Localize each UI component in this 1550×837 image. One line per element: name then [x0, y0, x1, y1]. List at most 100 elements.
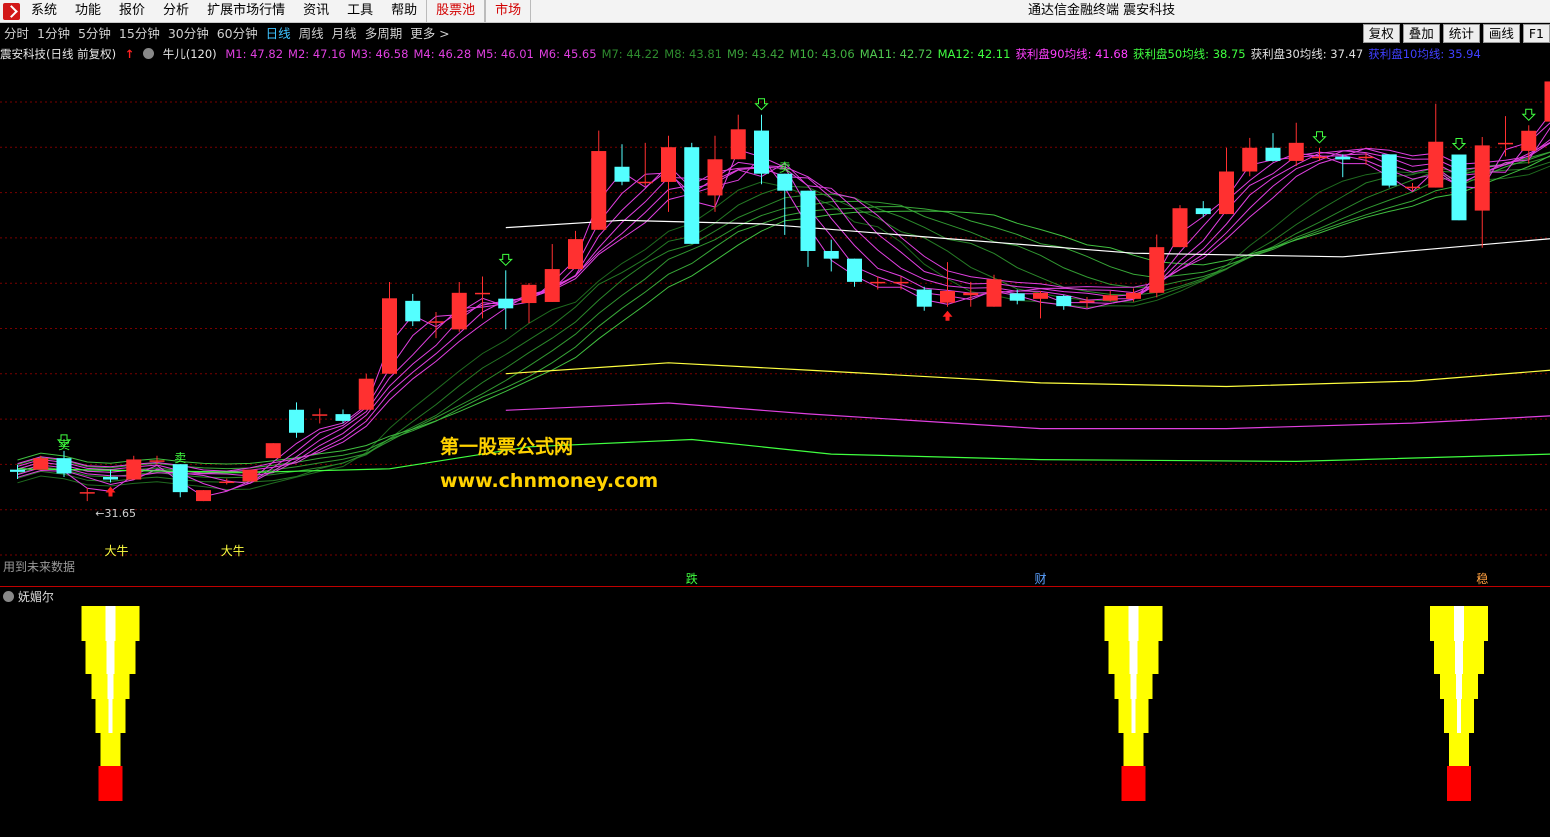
- candle-body: [1544, 81, 1550, 122]
- candle-body: [1172, 208, 1188, 248]
- legend-value: MA12: 42.11: [937, 47, 1011, 61]
- low-price-label: ←31.65: [95, 507, 136, 520]
- candle-body: [335, 414, 351, 421]
- sub-indicator-chart[interactable]: [0, 587, 1550, 837]
- candle-body: [940, 290, 955, 303]
- candle-body: [1195, 208, 1211, 215]
- indicator-name[interactable]: 牛儿(120): [163, 47, 217, 61]
- candle-body: [870, 281, 886, 284]
- tool-button[interactable]: 统计: [1442, 24, 1480, 43]
- period-tab[interactable]: 日线: [262, 23, 295, 44]
- candle-body: [219, 481, 235, 484]
- tool-button[interactable]: 复权: [1362, 24, 1400, 43]
- watermark-title: 第一股票公式网: [440, 436, 574, 458]
- candle-body: [382, 298, 397, 374]
- candle-body: [1288, 142, 1304, 161]
- legend-value: MA11: 42.72: [859, 47, 933, 61]
- candle-body: [451, 292, 467, 330]
- candle-body: [1498, 142, 1513, 145]
- period-tab[interactable]: 1分钟: [33, 23, 74, 44]
- funnel-core: [1456, 674, 1462, 699]
- candle-body: [730, 129, 746, 160]
- candle-body: [1405, 186, 1420, 189]
- candle-body: [1381, 154, 1397, 186]
- sub-indicator-title[interactable]: 妩媚尔: [3, 588, 54, 605]
- bottom-marker: 跌: [685, 572, 698, 586]
- legend-value: 获利盘90均线: 41.68: [1015, 47, 1129, 61]
- candle-body: [800, 190, 816, 251]
- candle-body: [591, 151, 607, 230]
- indicator-menu-icon[interactable]: [143, 48, 155, 59]
- candle-body: [1451, 154, 1467, 221]
- period-tab[interactable]: 分时: [0, 23, 33, 44]
- period-tab[interactable]: 周线: [295, 23, 328, 44]
- sub-indicator-menu-icon[interactable]: [3, 591, 14, 602]
- candle-body: [103, 476, 118, 480]
- period-tab[interactable]: 15分钟: [115, 23, 164, 44]
- kline-chart[interactable]: ←31.65卖卖卖大牛 大牛: [0, 45, 1550, 587]
- bottom-marker: 稳: [1476, 572, 1489, 586]
- watermark: 第一股票公式网 www.chnmoney.com: [440, 430, 658, 498]
- funnel-core: [108, 699, 113, 733]
- candle-body: [312, 414, 328, 416]
- ma-slow-line: [17, 155, 1550, 465]
- candle-body: [1219, 171, 1234, 215]
- menu-item-highlight[interactable]: 股票池: [426, 0, 486, 22]
- funnel-core: [107, 674, 114, 699]
- candle-body: [10, 469, 25, 472]
- menu-item[interactable]: 系统: [22, 0, 66, 22]
- candle-body: [1474, 145, 1490, 211]
- kline-panel[interactable]: ←31.65 卖卖卖大牛 大牛: [0, 45, 1550, 587]
- candle-body: [963, 292, 979, 296]
- candle-body: [568, 239, 583, 270]
- period-tab[interactable]: 更多 >: [406, 23, 453, 44]
- menu-item[interactable]: 分析: [154, 0, 198, 22]
- candle-body: [754, 130, 769, 174]
- candle-body: [684, 147, 700, 244]
- period-tab[interactable]: 5分钟: [74, 23, 115, 44]
- menu-item[interactable]: 帮助: [382, 0, 426, 22]
- legend-value: M7: 44.22: [601, 47, 660, 61]
- legend-value: M5: 46.01: [476, 47, 534, 61]
- menu-item[interactable]: 功能: [66, 0, 110, 22]
- menu-item[interactable]: 扩展市场行情: [198, 0, 294, 22]
- candle-body: [1126, 292, 1141, 299]
- tool-button[interactable]: 叠加: [1402, 24, 1440, 43]
- candle-body: [544, 269, 560, 302]
- chart-tools: 复权 叠加 统计 画线 F1: [1360, 24, 1550, 43]
- candle-body: [242, 469, 258, 482]
- menu-items: 系统 功能 报价 分析 扩展市场行情 资讯 工具 帮助 股票池 市场: [22, 0, 532, 22]
- legend-value: 获利盘10均线: 35.94: [1368, 47, 1481, 61]
- period-tab[interactable]: 60分钟: [213, 23, 262, 44]
- candle-body: [707, 159, 723, 196]
- tool-button[interactable]: F1: [1522, 24, 1550, 43]
- window-title: 通达信金融终端 震安科技: [1028, 3, 1176, 18]
- candle-body: [265, 443, 281, 459]
- legend-value: M2: 47.16: [288, 47, 346, 61]
- stock-name[interactable]: 震安科技(日线 前复权): [0, 47, 116, 61]
- candle-body: [149, 460, 165, 462]
- candle-body: [1358, 156, 1374, 159]
- menu-item[interactable]: 资讯: [294, 0, 338, 22]
- candle-body: [1242, 147, 1258, 172]
- period-tab[interactable]: 多周期: [361, 23, 407, 44]
- funnel-core: [1129, 641, 1138, 674]
- candle-body: [1521, 130, 1537, 151]
- legend-values: M1: 47.82 M2: 47.16 M3: 46.58 M4: 46.28 M5: …: [225, 47, 1485, 61]
- funnel-core: [1130, 674, 1137, 699]
- menu-item-highlight[interactable]: 市场: [485, 0, 532, 22]
- candle-body: [79, 492, 95, 494]
- candle-body: [614, 166, 630, 182]
- menu-item[interactable]: 报价: [110, 0, 154, 22]
- candle-body: [172, 464, 188, 493]
- funnel-base: [98, 766, 123, 801]
- candle-body: [1009, 293, 1025, 301]
- period-tab[interactable]: 30分钟: [164, 23, 213, 44]
- candle-body: [637, 181, 653, 184]
- candle-body: [893, 281, 909, 284]
- period-tab[interactable]: 月线: [328, 23, 361, 44]
- menu-item[interactable]: 工具: [338, 0, 382, 22]
- legend-value: M10: 43.06: [789, 47, 855, 61]
- legend-value: M3: 46.58: [350, 47, 409, 61]
- tool-button[interactable]: 画线: [1482, 24, 1520, 43]
